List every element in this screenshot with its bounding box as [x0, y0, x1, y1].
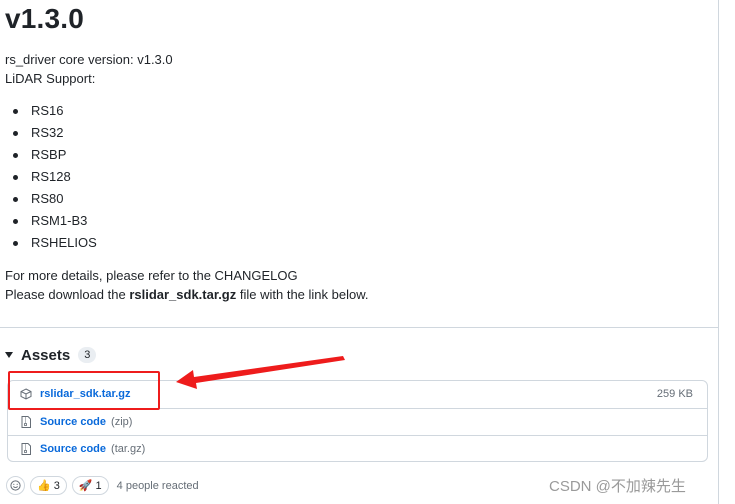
thumbs-up-icon: 👍: [37, 480, 51, 492]
list-item: RSM1-B3: [13, 210, 97, 232]
bullet-icon: [13, 131, 18, 136]
add-reaction-button[interactable]: [6, 476, 25, 495]
assets-count-badge: 3: [78, 347, 97, 363]
lidar-model-list: RS16 RS32 RSBP RS128 RS80 RSM1-B3 RSHELI…: [13, 100, 97, 254]
lidar-support-heading: LiDAR Support:: [5, 71, 96, 86]
source-targz-link[interactable]: Source code: [40, 443, 106, 455]
asset-format: (zip): [111, 416, 133, 428]
list-item: RS16: [13, 100, 97, 122]
list-item: RS80: [13, 188, 97, 210]
core-version-text: rs_driver core version: v1.3.0: [5, 52, 173, 67]
asset-row: Source code (zip): [8, 408, 707, 435]
rocket-reaction[interactable]: 🚀 1: [71, 476, 109, 495]
file-zip-icon: [20, 443, 32, 455]
asset-format: (tar.gz): [111, 443, 146, 455]
release-title: v1.3.0: [5, 3, 85, 34]
right-border: [718, 0, 719, 504]
reactions-bar: 👍 3 🚀 1 4 people reacted: [6, 476, 199, 495]
release-page: v1.3.0 rs_driver core version: v1.3.0 Li…: [0, 0, 735, 504]
bullet-icon: [13, 219, 18, 224]
red-arrow-icon: [176, 356, 345, 389]
source-zip-link[interactable]: Source code: [40, 416, 106, 428]
assets-label: Assets: [21, 346, 71, 364]
download-instruction: Please download the rslidar_sdk.tar.gz f…: [5, 287, 369, 302]
caret-down-icon[interactable]: [5, 352, 13, 358]
watermark: CSDN @不加辣先生: [549, 478, 686, 495]
reactions-summary: 4 people reacted: [116, 479, 199, 492]
thumbs-up-count: 3: [53, 479, 60, 492]
bullet-icon: [13, 175, 18, 180]
list-item: RSBP: [13, 144, 97, 166]
assets-toggle[interactable]: Assets 3: [5, 345, 97, 365]
list-item: RS32: [13, 122, 97, 144]
list-item: RS128: [13, 166, 97, 188]
asset-row: Source code (tar.gz): [8, 435, 707, 461]
bullet-icon: [13, 153, 18, 158]
thumbs-up-reaction[interactable]: 👍 3: [30, 476, 67, 495]
details-text: For more details, please refer to the CH…: [5, 268, 298, 283]
highlight-box: [8, 371, 160, 410]
section-divider: [0, 327, 718, 328]
asset-size: 259 KB: [656, 388, 693, 400]
smiley-icon: [10, 480, 21, 491]
list-item: RSHELIOS: [13, 232, 97, 254]
rocket-count: 1: [95, 479, 102, 492]
download-filename: rslidar_sdk.tar.gz: [129, 287, 237, 302]
rocket-icon: 🚀: [78, 480, 93, 492]
file-zip-icon: [20, 416, 32, 428]
bullet-icon: [13, 109, 18, 114]
bullet-icon: [13, 241, 18, 246]
bullet-icon: [13, 197, 18, 202]
